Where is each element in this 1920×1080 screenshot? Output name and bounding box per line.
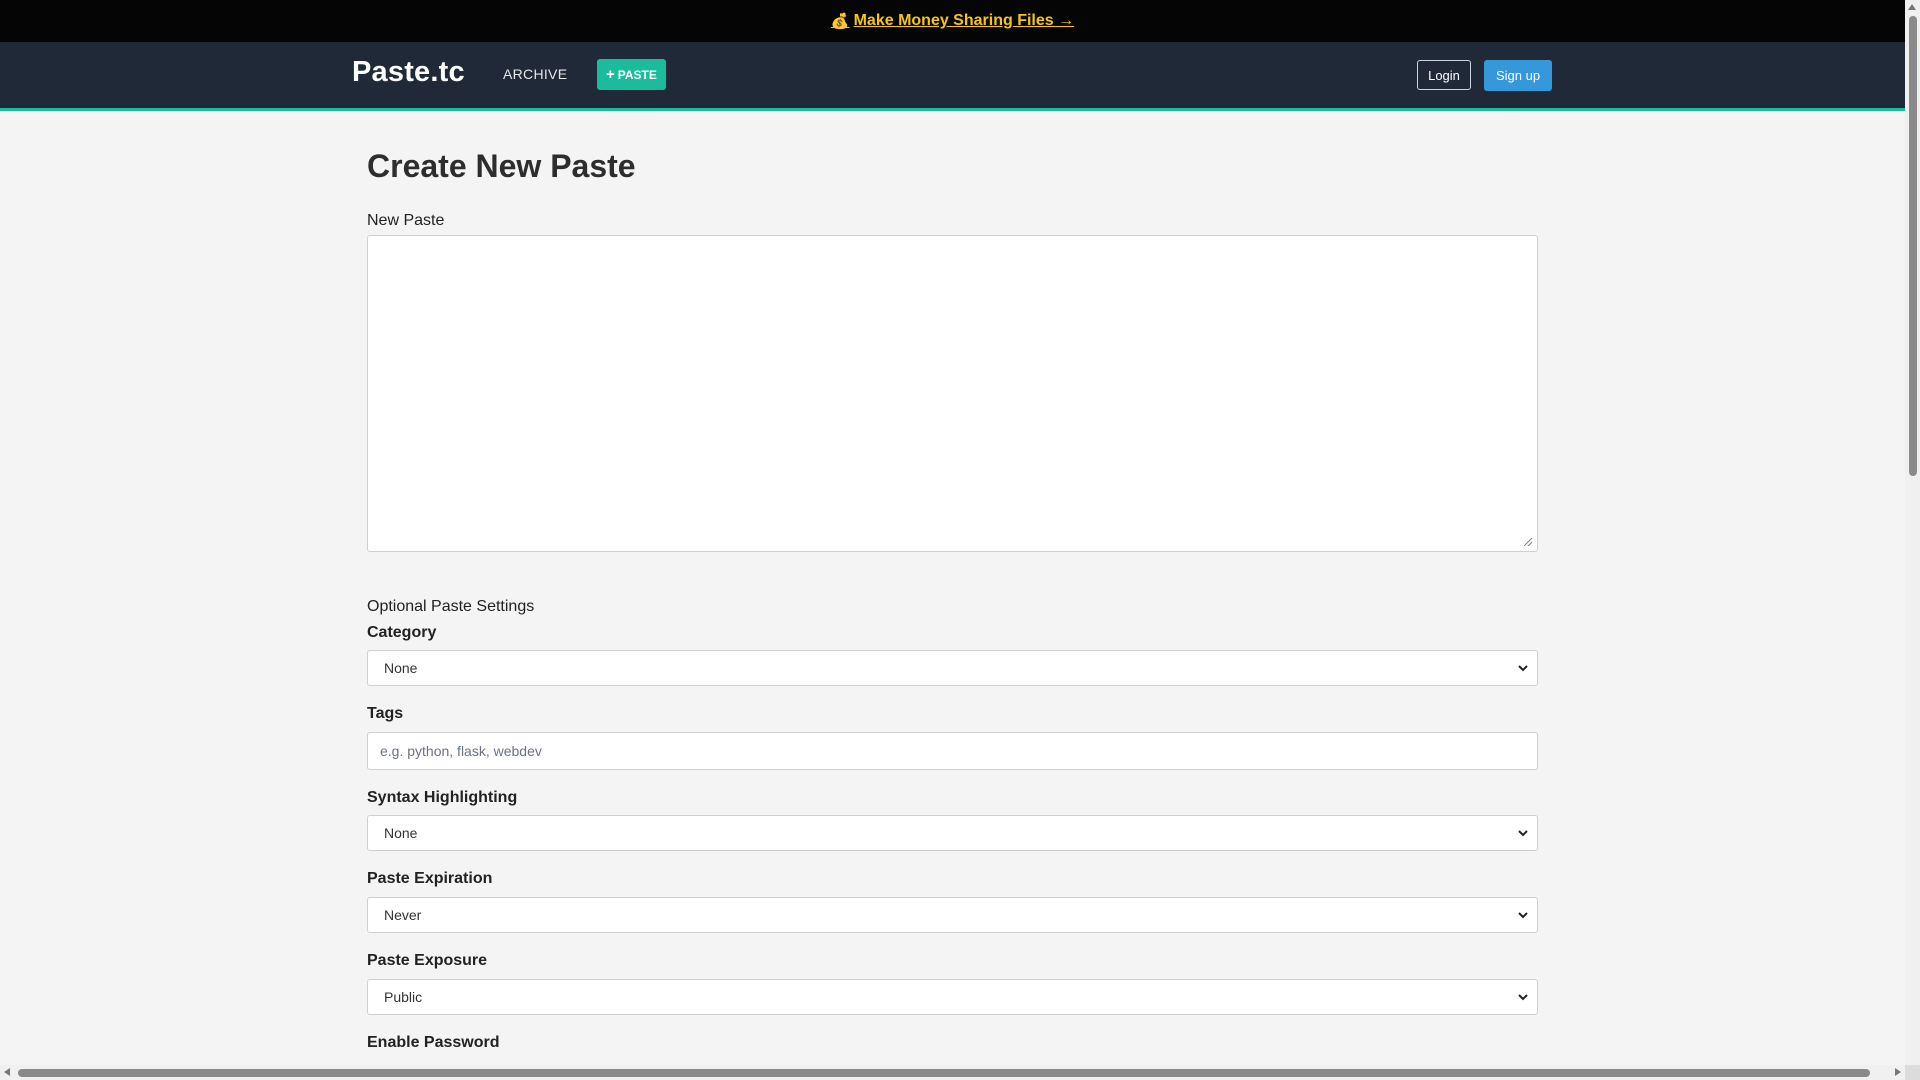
new-paste-button[interactable]: + PASTE — [597, 59, 666, 90]
tags-input[interactable] — [367, 732, 1538, 770]
vertical-scroll-thumb[interactable] — [1909, 16, 1917, 476]
money-bag-icon: 💰 — [830, 13, 850, 30]
promo-banner: 💰 Make Money Sharing Files → — [0, 0, 1905, 42]
resize-grip-icon[interactable] — [1523, 537, 1535, 549]
expiration-select[interactable]: Never — [367, 897, 1538, 933]
top-navbar: Paste.tc ARCHIVE + PASTE Login Sign up — [0, 42, 1905, 111]
nav-archive-link[interactable]: ARCHIVE — [503, 66, 567, 82]
promo-link[interactable]: 💰 Make Money Sharing Files → — [831, 12, 1074, 30]
expiration-selected-value: Never — [384, 907, 422, 923]
paste-label: New Paste — [367, 212, 445, 229]
scroll-right-icon[interactable] — [1895, 1068, 1901, 1076]
syntax-select[interactable]: None — [367, 815, 1538, 851]
new-paste-button-label: PASTE — [617, 67, 657, 82]
password-label: Enable Password — [367, 1034, 500, 1051]
scroll-left-icon[interactable] — [4, 1068, 10, 1076]
exposure-selected-value: Public — [384, 989, 423, 1005]
paste-content-textarea[interactable] — [367, 235, 1538, 552]
tags-label: Tags — [367, 705, 404, 722]
chevron-down-icon — [1518, 912, 1528, 919]
site-logo[interactable]: Paste.tc — [352, 56, 465, 89]
syntax-label: Syntax Highlighting — [367, 789, 518, 806]
page-title: Create New Paste — [367, 148, 636, 184]
exposure-select[interactable]: Public — [367, 979, 1538, 1015]
signup-button[interactable]: Sign up — [1484, 60, 1552, 91]
horizontal-scrollbar[interactable] — [0, 1065, 1905, 1080]
exposure-label: Paste Exposure — [367, 952, 488, 969]
login-button[interactable]: Login — [1417, 60, 1471, 90]
category-selected-value: None — [384, 660, 418, 676]
optional-settings-heading: Optional Paste Settings — [367, 598, 535, 615]
expiration-label: Paste Expiration — [367, 870, 493, 887]
plus-icon: + — [606, 66, 615, 83]
chevron-down-icon — [1518, 830, 1528, 837]
chevron-down-icon — [1518, 665, 1528, 672]
syntax-selected-value: None — [384, 825, 418, 841]
chevron-down-icon — [1518, 994, 1528, 1001]
vertical-scrollbar[interactable] — [1905, 0, 1920, 1080]
promo-link-text: Make Money Sharing Files → — [853, 12, 1075, 29]
category-select[interactable]: None — [367, 650, 1538, 686]
category-label: Category — [367, 624, 437, 641]
horizontal-scroll-thumb[interactable] — [18, 1069, 1870, 1077]
scrollbar-corner — [1905, 1065, 1920, 1080]
scroll-up-icon[interactable] — [1908, 4, 1916, 10]
